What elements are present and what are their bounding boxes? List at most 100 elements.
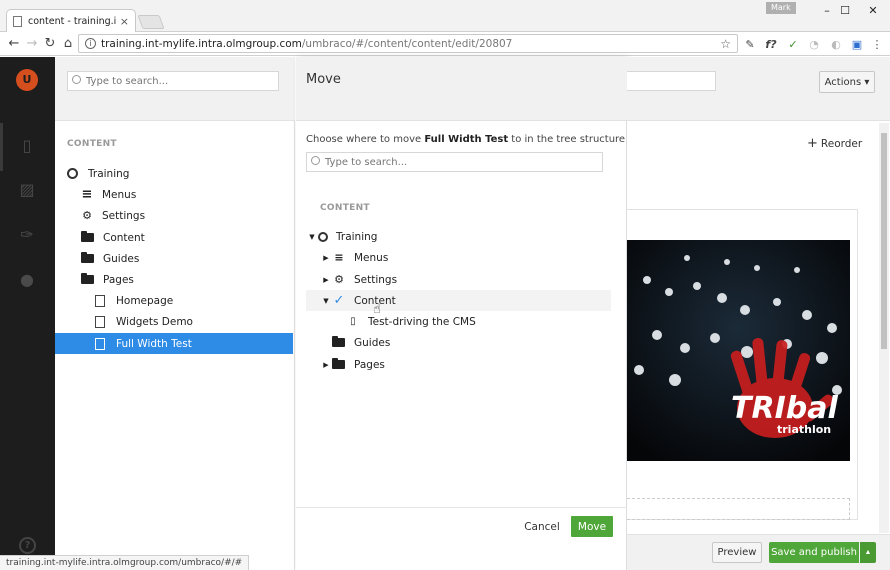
move-tree-label: Settings xyxy=(354,273,398,286)
tree-item-pages[interactable]: Pages xyxy=(55,269,293,290)
umbraco-app: U ▯ ▨ ✑ ● ? CONTENT Training ≡ Menus ⚙ S… xyxy=(0,57,890,570)
move-tree-item-pages[interactable]: ▶ Pages xyxy=(306,354,611,375)
tree-item-label: Content xyxy=(103,231,145,244)
content-tree-panel: CONTENT Training ≡ Menus ⚙ Settings Cont… xyxy=(55,57,295,570)
document-icon: ▯ xyxy=(350,316,356,327)
globe-icon xyxy=(67,168,78,179)
forward-button[interactable]: → xyxy=(24,36,40,52)
browser-titlebar: content - training.int-my × Mark – ☐ ✕ xyxy=(0,0,890,33)
image-logo-text: TRIbal xyxy=(731,391,838,426)
move-tree-label: Training xyxy=(336,230,378,243)
cancel-button[interactable]: Cancel xyxy=(522,516,562,538)
folder-icon xyxy=(81,252,94,263)
save-and-publish-button[interactable]: Save and publish xyxy=(769,542,859,563)
tree-item-label: Guides xyxy=(103,252,140,265)
move-tree-item-guides[interactable]: Guides xyxy=(306,332,611,353)
circle-extension-icon[interactable]: ◐ xyxy=(829,38,843,52)
tree-item-label: Pages xyxy=(103,273,134,286)
move-tree-item-training[interactable]: ▼ Training xyxy=(306,226,611,247)
move-button[interactable]: Move xyxy=(571,516,613,537)
browser-toolbar: ← → ↻ ⌂ i training.int-mylife.intra.olmg… xyxy=(0,32,890,56)
browser-menu-icon[interactable]: ⋮ xyxy=(870,38,884,52)
add-content-placeholder[interactable] xyxy=(627,498,850,520)
home-button[interactable]: ⌂ xyxy=(60,36,76,52)
url-path: /umbraco/#/content/content/edit/20807 xyxy=(301,37,513,50)
preview-button[interactable]: Preview xyxy=(712,542,762,563)
content-icon[interactable]: ▯ xyxy=(16,135,38,157)
bookmark-star-icon[interactable]: ☆ xyxy=(720,37,731,51)
caret-right-icon[interactable]: ▶ xyxy=(320,276,332,284)
move-tree-item-menus[interactable]: ▶ ≡ Menus xyxy=(306,247,611,268)
user-badge[interactable]: Mark xyxy=(766,2,796,14)
tab-title: content - training.int-my xyxy=(28,16,116,27)
media-icon[interactable]: ▨ xyxy=(16,179,38,201)
help-icon[interactable]: ? xyxy=(19,537,36,554)
actions-button[interactable]: Actions ▾ xyxy=(819,71,875,93)
pen-extension-icon[interactable]: ✎ xyxy=(743,38,757,52)
hero-image[interactable]: TRIbal triathlon xyxy=(627,240,850,461)
dialog-footer-divider xyxy=(296,507,627,508)
window-extension-icon[interactable]: ▣ xyxy=(850,38,864,52)
plus-icon: + xyxy=(807,136,818,151)
caret-down-icon[interactable]: ▼ xyxy=(320,297,332,305)
settings-icon[interactable]: ✑ xyxy=(16,224,38,246)
tree-item-widgets-demo[interactable]: Widgets Demo xyxy=(55,311,293,332)
reorder-label: Reorder xyxy=(820,138,863,150)
dialog-title: Move xyxy=(306,72,341,87)
browser-status-url: training.int-mylife.intra.olmgroup.com/u… xyxy=(0,555,250,570)
tree-item-label: Full Width Test xyxy=(116,337,192,350)
editor-footer: Preview Save and publish ▲ xyxy=(627,534,890,570)
url-host: training.int-mylife.intra.olmgroup.com xyxy=(101,37,302,50)
tree-item-training[interactable]: Training xyxy=(55,163,293,184)
tree-item-content[interactable]: Content xyxy=(55,227,293,248)
desc-prefix: Choose where to move xyxy=(306,134,425,145)
umbraco-logo[interactable]: U xyxy=(16,69,38,91)
tree-item-homepage[interactable]: Homepage xyxy=(55,290,293,311)
browser-tab[interactable]: content - training.int-my × xyxy=(6,9,136,33)
move-tree-label: Test-driving the CMS xyxy=(368,315,476,328)
globe-icon xyxy=(318,231,328,242)
tree-search-input[interactable] xyxy=(67,71,279,91)
caret-right-icon[interactable]: ▶ xyxy=(320,361,332,369)
checkmark-icon: ✓ xyxy=(333,293,345,308)
node-name-input[interactable] xyxy=(627,71,716,91)
reorder-button[interactable]: + Reorder xyxy=(807,136,862,151)
formula-extension-icon[interactable]: f? xyxy=(764,38,778,52)
tree-item-label: Settings xyxy=(102,209,146,222)
window-close-button[interactable]: ✕ xyxy=(860,3,886,19)
tree-item-full-width-test[interactable]: Full Width Test xyxy=(55,333,293,354)
tree-item-label: Homepage xyxy=(116,294,174,307)
active-section-indicator xyxy=(0,123,3,171)
close-tab-icon[interactable]: × xyxy=(120,15,129,28)
clock-extension-icon[interactable]: ◔ xyxy=(807,38,821,52)
move-tree-label: Guides xyxy=(354,336,391,349)
users-icon[interactable]: ● xyxy=(16,269,38,291)
move-tree-item-content[interactable]: ▼ ✓ Content xyxy=(306,290,611,311)
maximize-button[interactable]: ☐ xyxy=(832,3,858,19)
scrollbar-thumb[interactable] xyxy=(881,133,887,349)
document-icon xyxy=(95,337,105,350)
address-bar[interactable]: i training.int-mylife.intra.olmgroup.com… xyxy=(78,34,738,53)
tree-header xyxy=(55,57,295,121)
back-button[interactable]: ← xyxy=(6,36,22,52)
move-tree-item-test-driving[interactable]: ▯ Test-driving the CMS xyxy=(306,311,611,332)
dialog-search-input[interactable] xyxy=(306,152,603,172)
dialog-section-title: CONTENT xyxy=(320,203,370,213)
tree-item-settings[interactable]: ⚙ Settings xyxy=(55,205,293,226)
folder-icon xyxy=(81,273,94,284)
caret-down-icon[interactable]: ▼ xyxy=(306,233,318,241)
publish-options-caret-icon[interactable]: ▲ xyxy=(860,542,876,563)
tree-item-guides[interactable]: Guides xyxy=(55,248,293,269)
tree-item-menus[interactable]: ≡ Menus xyxy=(55,184,293,205)
tree-item-label: Menus xyxy=(102,188,137,201)
tree-item-label: Training xyxy=(88,167,130,180)
reload-button[interactable]: ↻ xyxy=(42,36,58,52)
caret-right-icon[interactable]: ▶ xyxy=(320,254,332,262)
new-tab-button[interactable] xyxy=(137,15,165,29)
info-icon[interactable]: i xyxy=(85,38,96,49)
triathlon-photo: TRIbal triathlon xyxy=(627,240,850,461)
check-extension-icon[interactable]: ✓ xyxy=(786,38,800,52)
gear-icon: ⚙ xyxy=(82,208,92,222)
move-tree-item-settings[interactable]: ▶ ⚙ Settings xyxy=(306,269,611,290)
search-icon xyxy=(311,156,320,165)
